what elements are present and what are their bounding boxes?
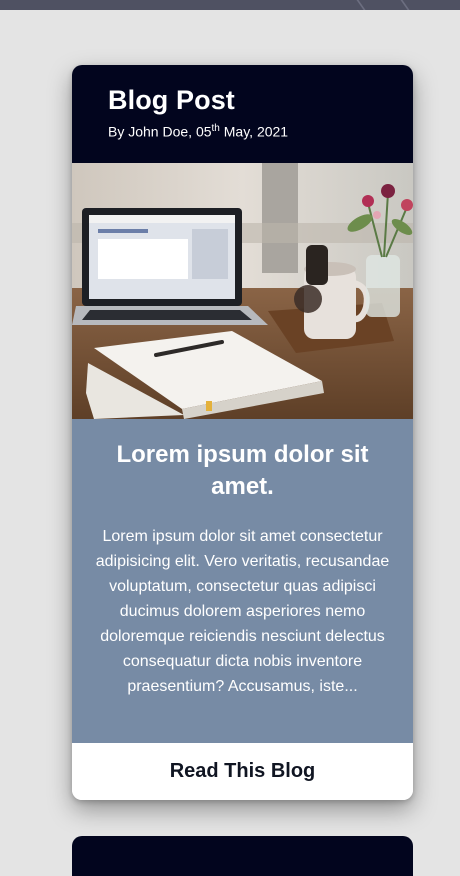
top-bar-stripe (400, 0, 410, 10)
post-heading: Lorem ipsum dolor sit amet. (116, 441, 369, 500)
next-blog-card (72, 836, 413, 876)
meta-month-year: May, 2021 (219, 123, 289, 140)
card-header: Blog Post By John Doe, 05th May, 2021 (72, 65, 413, 163)
card-body: Lorem ipsum dolor sit amet. Lorem ipsum … (72, 419, 413, 743)
card-title: Blog Post (108, 85, 235, 115)
post-excerpt: Lorem ipsum dolor sit amet consectetur a… (95, 528, 390, 695)
read-blog-button[interactable]: Read This Blog (72, 743, 413, 800)
blog-card: Blog Post By John Doe, 05th May, 2021 Lo… (72, 65, 413, 800)
card-meta: By John Doe, 05th May, 2021 (108, 123, 288, 140)
top-bar-stripe (356, 0, 366, 10)
blog-photo (72, 163, 413, 419)
meta-author-date: By John Doe, 05 (108, 123, 212, 140)
meta-ordinal: th (211, 123, 220, 134)
top-bar (0, 0, 460, 10)
